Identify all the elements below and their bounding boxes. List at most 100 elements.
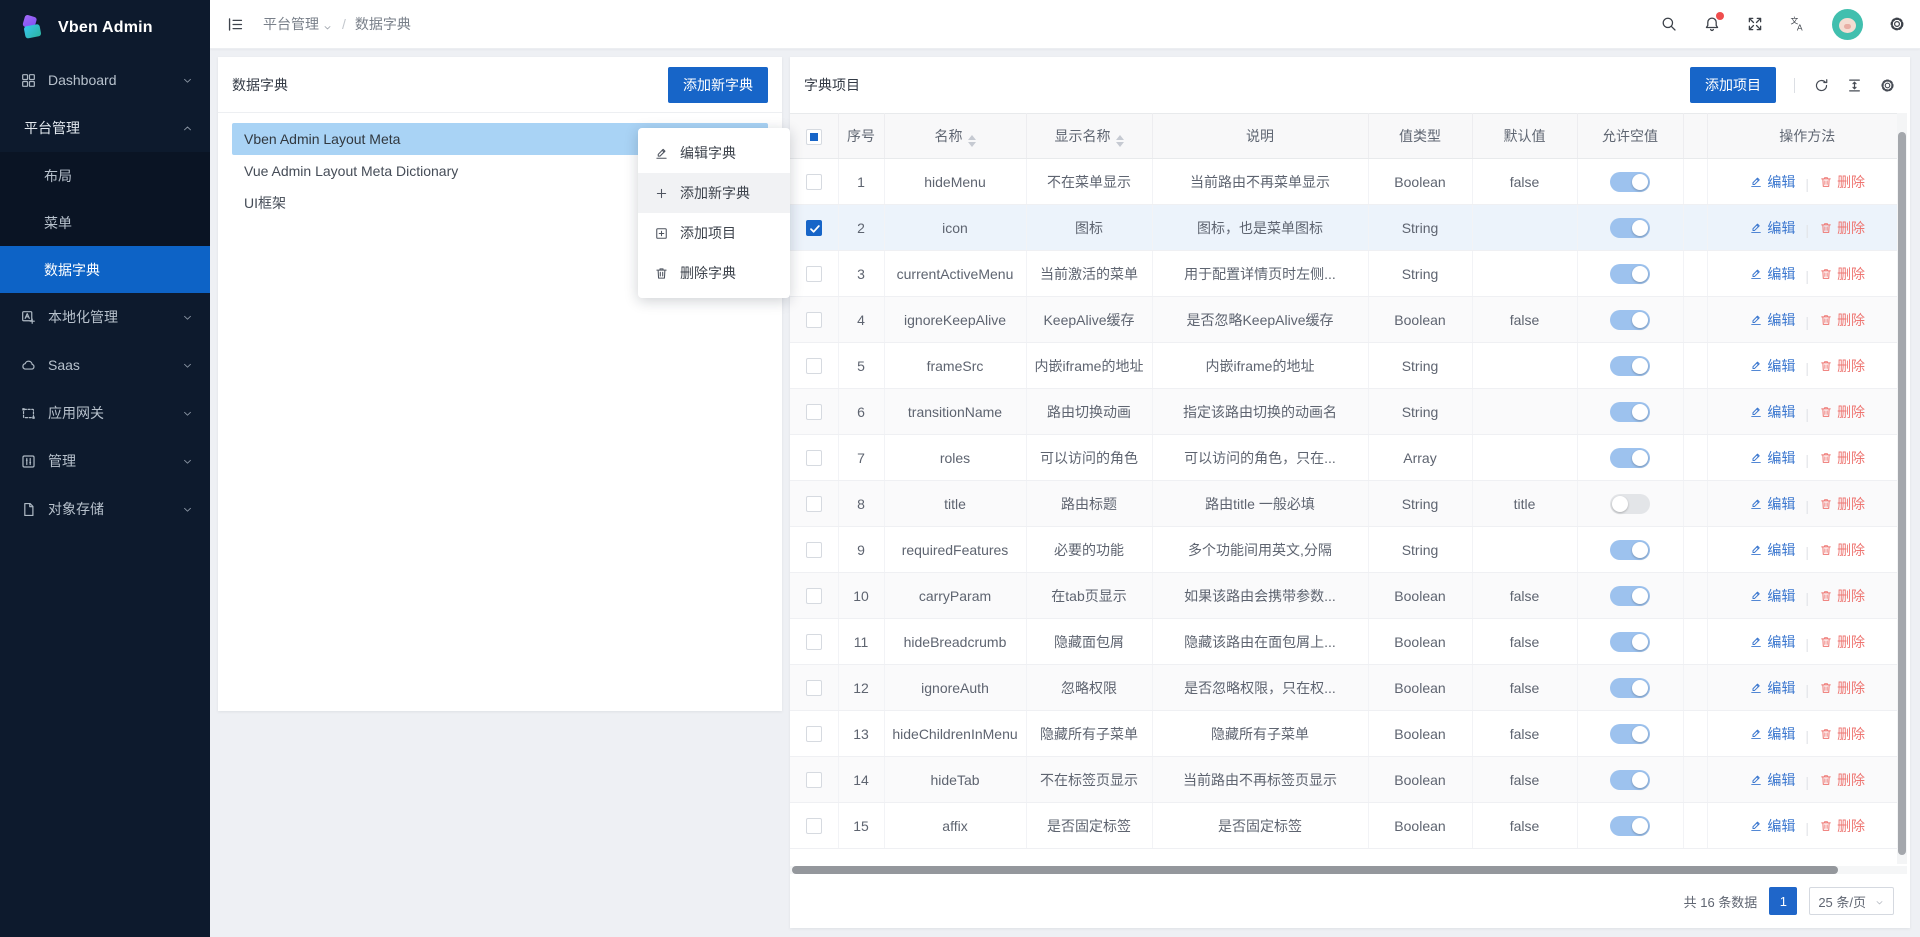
row-checkbox[interactable]	[806, 450, 822, 466]
cell-default: false	[1472, 711, 1577, 757]
cell-default: false	[1472, 619, 1577, 665]
row-checkbox[interactable]	[806, 542, 822, 558]
row-checkbox[interactable]	[806, 680, 822, 696]
gear-icon[interactable]	[1879, 77, 1896, 94]
sidebar-item-应用网关[interactable]: 应用网关	[0, 389, 210, 437]
row-checkbox[interactable]	[806, 634, 822, 650]
edit-button[interactable]: 编辑	[1749, 402, 1795, 422]
edit-button[interactable]: 编辑	[1749, 678, 1795, 698]
context-menu-item-添加新字典[interactable]: 添加新字典	[638, 173, 790, 213]
edit-button[interactable]: 编辑	[1749, 770, 1795, 790]
delete-button[interactable]: 删除	[1819, 310, 1865, 330]
edit-button[interactable]: 编辑	[1749, 724, 1795, 744]
nullable-toggle[interactable]	[1610, 218, 1650, 238]
nullable-toggle[interactable]	[1610, 310, 1650, 330]
delete-button[interactable]: 删除	[1819, 724, 1865, 744]
nullable-toggle[interactable]	[1610, 586, 1650, 606]
pagination-page-1[interactable]: 1	[1769, 887, 1797, 915]
nullable-toggle[interactable]	[1610, 770, 1650, 790]
edit-button[interactable]: 编辑	[1749, 448, 1795, 468]
edit-button[interactable]: 编辑	[1749, 494, 1795, 514]
nullable-toggle[interactable]	[1610, 494, 1650, 514]
row-checkbox[interactable]	[806, 496, 822, 512]
row-checkbox[interactable]	[806, 266, 822, 282]
row-checkbox[interactable]	[806, 404, 822, 420]
sidebar-item-本地化管理[interactable]: 本地化管理	[0, 293, 210, 341]
context-menu-item-删除字典[interactable]: 删除字典	[638, 253, 790, 293]
delete-button[interactable]: 删除	[1819, 816, 1865, 836]
row-checkbox[interactable]	[806, 772, 822, 788]
breadcrumb-parent[interactable]: 平台管理	[263, 14, 333, 34]
edit-button[interactable]: 编辑	[1749, 310, 1795, 330]
row-checkbox[interactable]	[806, 818, 822, 834]
add-dictionary-button[interactable]: 添加新字典	[668, 67, 768, 103]
delete-button[interactable]: 删除	[1819, 586, 1865, 606]
edit-button[interactable]: 编辑	[1749, 356, 1795, 376]
context-menu-item-编辑字典[interactable]: 编辑字典	[638, 133, 790, 173]
row-checkbox[interactable]	[806, 220, 822, 236]
sidebar-subitem-布局[interactable]: 布局	[0, 152, 210, 199]
nullable-toggle[interactable]	[1610, 724, 1650, 744]
delete-button[interactable]: 删除	[1819, 632, 1865, 652]
delete-button[interactable]: 删除	[1819, 448, 1865, 468]
delete-button[interactable]: 删除	[1819, 678, 1865, 698]
nullable-toggle[interactable]	[1610, 448, 1650, 468]
horizontal-scrollbar-thumb[interactable]	[792, 866, 1838, 874]
delete-button[interactable]: 删除	[1819, 218, 1865, 238]
delete-button[interactable]: 删除	[1819, 540, 1865, 560]
column-header-display[interactable]: 显示名称	[1026, 114, 1152, 159]
sort-icon[interactable]	[968, 135, 976, 147]
edit-label: 编辑	[1767, 586, 1795, 606]
nullable-toggle[interactable]	[1610, 816, 1650, 836]
refresh-icon[interactable]	[1813, 77, 1830, 94]
gear-icon[interactable]	[1888, 15, 1906, 33]
nullable-toggle[interactable]	[1610, 402, 1650, 422]
translate-icon[interactable]: 文A	[1789, 15, 1807, 33]
page-size-select[interactable]: 25 条/页	[1809, 887, 1894, 915]
edit-button[interactable]: 编辑	[1749, 218, 1795, 238]
delete-button[interactable]: 删除	[1819, 494, 1865, 514]
add-item-button[interactable]: 添加项目	[1690, 67, 1776, 103]
select-all-checkbox[interactable]	[806, 129, 822, 145]
column-header-name[interactable]: 名称	[884, 114, 1026, 159]
nullable-toggle[interactable]	[1610, 356, 1650, 376]
edit-button[interactable]: 编辑	[1749, 632, 1795, 652]
sidebar-item-Saas[interactable]: Saas	[0, 341, 210, 389]
delete-button[interactable]: 删除	[1819, 264, 1865, 284]
sort-icon[interactable]	[1116, 135, 1124, 147]
edit-button[interactable]: 编辑	[1749, 172, 1795, 192]
edit-button[interactable]: 编辑	[1749, 816, 1795, 836]
sidebar-subitem-菜单[interactable]: 菜单	[0, 199, 210, 246]
delete-button[interactable]: 删除	[1819, 770, 1865, 790]
delete-button[interactable]: 删除	[1819, 356, 1865, 376]
row-checkbox[interactable]	[806, 312, 822, 328]
sidebar-subitem-数据字典[interactable]: 数据字典	[0, 246, 210, 293]
nullable-toggle[interactable]	[1610, 678, 1650, 698]
sidebar-collapse-icon[interactable]	[226, 15, 245, 34]
sidebar-item-平台管理[interactable]: 平台管理	[0, 104, 210, 152]
notification-button[interactable]	[1703, 15, 1721, 33]
edit-button[interactable]: 编辑	[1749, 586, 1795, 606]
logo[interactable]: Vben Admin	[0, 0, 210, 56]
row-height-icon[interactable]	[1846, 77, 1863, 94]
sidebar-item-对象存储[interactable]: 对象存储	[0, 485, 210, 533]
fullscreen-icon[interactable]	[1746, 15, 1764, 33]
nullable-toggle[interactable]	[1610, 540, 1650, 560]
sidebar-item-管理[interactable]: 管理	[0, 437, 210, 485]
row-checkbox[interactable]	[806, 358, 822, 374]
row-checkbox[interactable]	[806, 588, 822, 604]
row-checkbox[interactable]	[806, 726, 822, 742]
edit-button[interactable]: 编辑	[1749, 264, 1795, 284]
avatar[interactable]	[1832, 9, 1863, 40]
delete-button[interactable]: 删除	[1819, 402, 1865, 422]
nullable-toggle[interactable]	[1610, 632, 1650, 652]
vertical-scrollbar-thumb[interactable]	[1898, 132, 1906, 855]
search-icon[interactable]	[1660, 15, 1678, 33]
nullable-toggle[interactable]	[1610, 264, 1650, 284]
row-checkbox[interactable]	[806, 174, 822, 190]
sidebar-item-Dashboard[interactable]: Dashboard	[0, 56, 210, 104]
edit-button[interactable]: 编辑	[1749, 540, 1795, 560]
nullable-toggle[interactable]	[1610, 172, 1650, 192]
context-menu-item-添加项目[interactable]: 添加项目	[638, 213, 790, 253]
delete-button[interactable]: 删除	[1819, 172, 1865, 192]
